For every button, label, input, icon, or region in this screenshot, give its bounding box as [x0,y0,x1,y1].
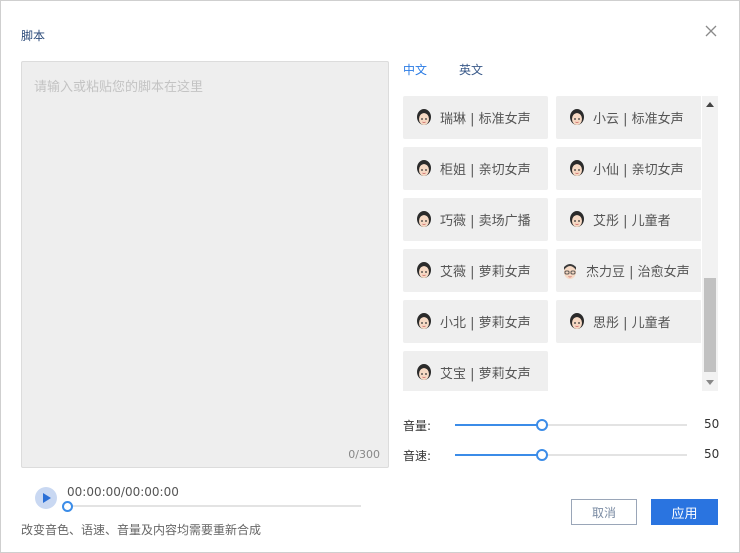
speed-slider-handle[interactable] [536,449,548,461]
glasses-avatar-icon [562,262,578,280]
voice-option[interactable]: 杰力豆 | 治愈女声 [556,249,701,292]
playback-progress-handle[interactable] [62,501,73,512]
voice-option[interactable]: 瑞琳 | 标准女声 [403,96,548,139]
playback-time: 00:00:00/00:00:00 [67,485,179,499]
female-avatar-icon [416,261,432,280]
female-avatar-icon [416,363,432,382]
volume-slider-fill [455,424,542,426]
playback-progress[interactable] [62,501,361,512]
speed-label: 音速: [403,449,432,463]
voice-option[interactable]: 艾彤 | 儿童者 [556,198,701,241]
volume-value: 50 [704,417,720,431]
female-avatar-icon [569,108,585,127]
voice-option[interactable]: 柜姐 | 亲切女声 [403,147,548,190]
female-avatar-icon [416,108,432,127]
char-count: 0/300 [348,448,380,461]
scroll-thumb[interactable] [704,278,716,372]
voice-option-label: 小北 | 萝莉女声 [440,316,531,331]
voice-option[interactable]: 巧薇 | 卖场广播 [403,198,548,241]
play-icon [43,493,51,503]
voice-list: 瑞琳 | 标准女声 小云 | 标准女声柜姐 | 亲切女声 小仙 | 亲切女声巧薇 |… [403,96,701,391]
voice-option-label: 小云 | 标准女声 [593,112,684,127]
voice-option-label: 思彤 | 儿童者 [593,316,671,331]
voice-list-scrollbar[interactable] [702,96,718,391]
voice-option-label: 艾彤 | 儿童者 [593,214,671,229]
scroll-up-arrow-icon[interactable] [706,102,714,107]
script-dialog: 脚本 0/300 中文 英文 瑞琳 | 标准女声 小云 | 标准女声柜姐 | 亲切… [0,0,740,553]
tab-english[interactable]: 英文 [459,61,483,78]
volume-label: 音量: [403,419,432,433]
cancel-button[interactable]: 取消 [571,499,637,525]
voice-option-label: 艾薇 | 萝莉女声 [440,265,531,280]
voice-option-label: 柜姐 | 亲切女声 [440,163,531,178]
voice-option[interactable]: 艾薇 | 萝莉女声 [403,249,548,292]
dialog-title: 脚本 [21,29,46,43]
script-textarea-container: 0/300 [21,61,389,468]
play-button[interactable] [35,487,57,509]
female-avatar-icon [569,159,585,178]
scroll-down-arrow-icon[interactable] [706,380,714,385]
script-input[interactable] [22,62,388,467]
tab-chinese[interactable]: 中文 [403,61,427,78]
speed-slider[interactable] [455,449,687,461]
female-avatar-icon [569,312,585,331]
female-avatar-icon [416,312,432,331]
speed-value: 50 [704,447,720,461]
speed-slider-fill [455,454,542,456]
close-icon[interactable] [703,23,719,39]
voice-option-label: 艾宝 | 萝莉女声 [440,367,531,382]
voice-option-label: 杰力豆 | 治愈女声 [586,265,690,280]
voice-option[interactable]: 小北 | 萝莉女声 [403,300,548,343]
voice-option[interactable]: 小仙 | 亲切女声 [556,147,701,190]
voice-option[interactable]: 艾宝 | 萝莉女声 [403,351,548,391]
female-avatar-icon [416,210,432,229]
voice-option-label: 小仙 | 亲切女声 [593,163,684,178]
voice-option-label: 巧薇 | 卖场广播 [440,214,531,229]
resynthesis-hint: 改变音色、语速、音量及内容均需要重新合成 [21,523,262,537]
apply-button[interactable]: 应用 [651,499,718,525]
voice-option-label: 瑞琳 | 标准女声 [440,112,531,127]
voice-option[interactable]: 思彤 | 儿童者 [556,300,701,343]
female-avatar-icon [569,210,585,229]
voice-option[interactable]: 小云 | 标准女声 [556,96,701,139]
volume-slider[interactable] [455,419,687,431]
volume-slider-handle[interactable] [536,419,548,431]
female-avatar-icon [416,159,432,178]
